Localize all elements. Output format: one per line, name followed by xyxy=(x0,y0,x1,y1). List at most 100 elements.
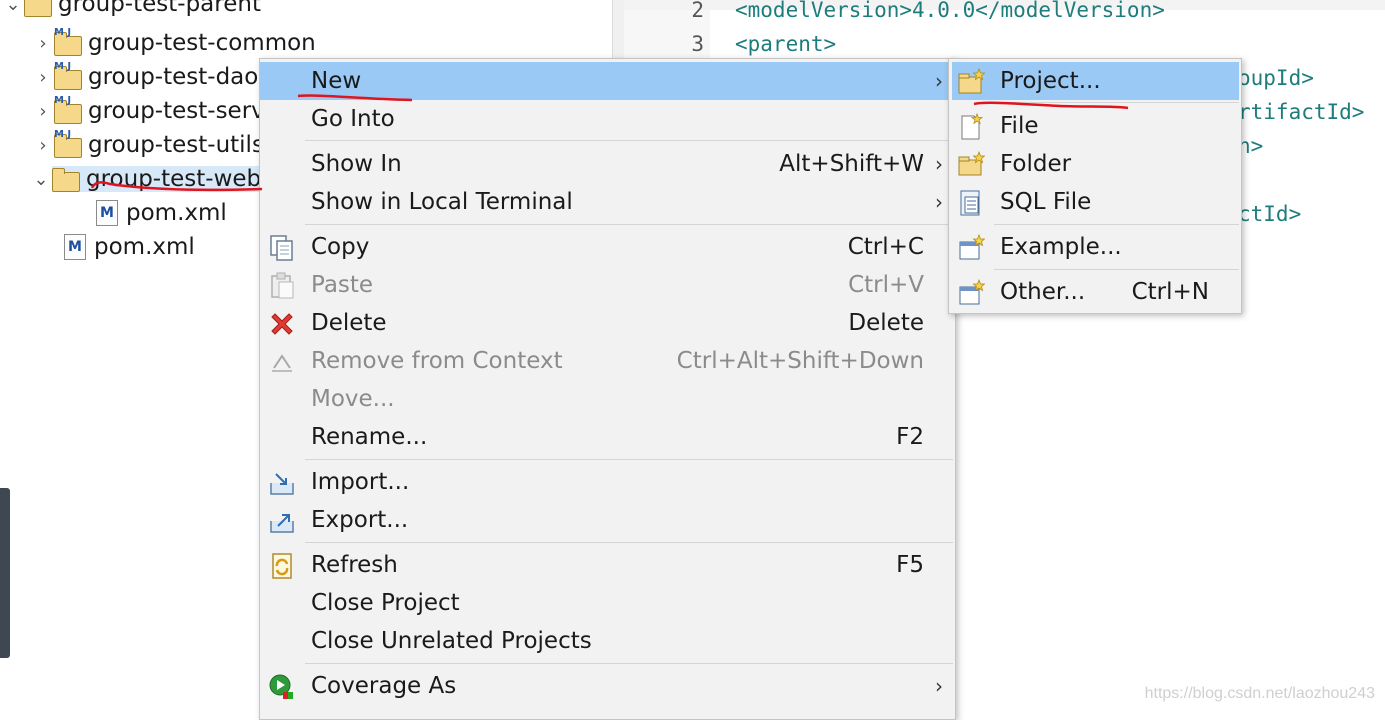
line-number: 3 xyxy=(691,32,704,56)
menu-separator xyxy=(994,269,1239,270)
tree-item-common[interactable]: › M J group-test-common xyxy=(32,27,316,59)
code-line: <modelVersion>4.0.0</modelVersion> xyxy=(735,0,1165,22)
menu-item-export[interactable]: Export... xyxy=(260,501,953,539)
menu-item-paste[interactable]: Paste Ctrl+V xyxy=(260,266,953,304)
refresh-icon xyxy=(268,552,296,580)
submenu-arrow-icon: › xyxy=(935,69,943,93)
chevron-right-icon[interactable]: › xyxy=(32,135,54,156)
maven-project-icon: M J xyxy=(54,95,82,124)
tree-item-web[interactable]: ⌄ group-test-web xyxy=(30,163,266,195)
new-folder-icon xyxy=(957,150,986,179)
menu-separator xyxy=(994,224,1239,225)
menu-item-label: New xyxy=(311,68,362,94)
menu-item-shortcut: F2 xyxy=(896,424,924,450)
tree-item-dao[interactable]: › M J group-test-dao xyxy=(32,61,258,93)
menu-item-label: Refresh xyxy=(311,552,398,578)
menu-item-shortcut: Alt+Shift+W xyxy=(779,151,924,177)
menu-item-label: Remove from Context xyxy=(311,348,563,374)
submenu-item-sql-file[interactable]: SQL File xyxy=(949,183,1239,221)
delete-x-icon xyxy=(268,310,296,338)
new-file-icon xyxy=(957,112,985,141)
chevron-right-icon[interactable]: › xyxy=(32,101,54,122)
tree-item-label: group-test-dao xyxy=(88,64,259,90)
menu-separator xyxy=(305,542,953,543)
menu-item-label: Example... xyxy=(1000,234,1122,260)
menu-item-label: Show in Local Terminal xyxy=(311,189,573,215)
menu-item-go-into[interactable]: Go Into xyxy=(260,100,953,138)
menu-item-label: Coverage As xyxy=(311,673,457,699)
menu-item-show-in-local-terminal[interactable]: Show in Local Terminal › xyxy=(260,183,953,221)
submenu-item-file[interactable]: File xyxy=(949,107,1239,145)
chevron-down-icon[interactable]: ⌄ xyxy=(30,169,52,190)
new-project-icon xyxy=(957,67,986,96)
menu-item-shortcut: Ctrl+V xyxy=(848,272,924,298)
tree-item-parent-pom[interactable]: M pom.xml xyxy=(64,231,195,263)
tree-item-selection: group-test-web xyxy=(52,166,266,192)
menu-item-label: Close Project xyxy=(311,590,460,616)
side-panel-tab[interactable] xyxy=(0,488,10,658)
menu-item-show-in[interactable]: Show In Alt+Shift+W › xyxy=(260,145,953,183)
project-folder-icon xyxy=(24,0,52,17)
menu-item-shortcut: Ctrl+N xyxy=(1131,279,1209,305)
submenu-item-folder[interactable]: Folder xyxy=(949,145,1239,183)
menu-item-close-project[interactable]: Close Project xyxy=(260,584,953,622)
code-line: oupId> xyxy=(1238,66,1314,90)
code-line: <parent> xyxy=(735,32,837,56)
tree-root[interactable]: ⌄ group-test-parent xyxy=(2,0,261,20)
menu-item-label: Delete xyxy=(311,310,387,336)
menu-item-label: Close Unrelated Projects xyxy=(311,628,592,654)
context-menu: New › Go Into Show In Alt+Shift+W › Show… xyxy=(259,58,956,720)
menu-item-label: Rename... xyxy=(311,424,428,450)
menu-item-shortcut: Ctrl+Alt+Shift+Down xyxy=(676,348,924,374)
tree-item-label: group-test-common xyxy=(88,30,316,56)
maven-project-icon: M J xyxy=(54,27,82,56)
menu-separator xyxy=(305,663,953,664)
tree-item-utils[interactable]: › M J group-test-utils xyxy=(32,129,264,161)
submenu-arrow-icon: › xyxy=(935,674,943,698)
maven-pom-icon: M xyxy=(96,200,118,226)
menu-item-label: Export... xyxy=(311,507,409,533)
new-submenu: Project... File Folder SQL File Example.… xyxy=(948,58,1242,314)
submenu-arrow-icon: › xyxy=(935,152,943,176)
submenu-item-other[interactable]: Other... Ctrl+N xyxy=(949,273,1239,311)
menu-item-rename[interactable]: Rename... F2 xyxy=(260,418,953,456)
line-number: 2 xyxy=(691,0,704,22)
menu-item-coverage-as[interactable]: Coverage As › xyxy=(260,667,953,705)
menu-separator xyxy=(994,102,1239,103)
tree-item-label: group-test-utils xyxy=(88,132,264,158)
maven-project-icon: M J xyxy=(54,61,82,90)
maven-project-icon: M J xyxy=(54,129,82,158)
project-folder-icon xyxy=(52,167,80,192)
menu-item-label: Move... xyxy=(311,386,395,412)
code-line: rtifactId> xyxy=(1238,100,1365,124)
menu-item-close-unrelated-projects[interactable]: Close Unrelated Projects xyxy=(260,622,953,660)
menu-item-shortcut: Delete xyxy=(848,310,924,336)
view-divider[interactable] xyxy=(612,0,624,60)
menu-item-copy[interactable]: Copy Ctrl+C xyxy=(260,228,953,266)
paste-icon xyxy=(268,272,296,300)
menu-item-label: Other... xyxy=(1000,279,1086,305)
menu-item-label: File xyxy=(1000,113,1039,139)
menu-item-label: Import... xyxy=(311,469,410,495)
menu-item-new[interactable]: New › xyxy=(260,62,953,100)
tree-item-web-pom[interactable]: M pom.xml xyxy=(96,197,227,229)
menu-item-label: Copy xyxy=(311,234,370,260)
chevron-down-icon[interactable]: ⌄ xyxy=(2,0,24,15)
code-line: ctId> xyxy=(1238,202,1302,226)
menu-item-remove-from-context[interactable]: Remove from Context Ctrl+Alt+Shift+Down xyxy=(260,342,953,380)
maven-pom-icon: M xyxy=(64,234,86,260)
remove-context-icon xyxy=(268,348,296,376)
submenu-item-project[interactable]: Project... xyxy=(952,62,1239,100)
submenu-item-example[interactable]: Example... xyxy=(949,228,1239,266)
menu-item-refresh[interactable]: Refresh F5 xyxy=(260,546,953,584)
new-wizard-icon xyxy=(957,278,986,307)
menu-separator xyxy=(305,140,953,141)
menu-item-move[interactable]: Move... xyxy=(260,380,953,418)
menu-item-shortcut: F5 xyxy=(896,552,924,578)
chevron-right-icon[interactable]: › xyxy=(32,67,54,88)
chevron-right-icon[interactable]: › xyxy=(32,33,54,54)
menu-item-import[interactable]: Import... xyxy=(260,463,953,501)
menu-item-delete[interactable]: Delete Delete xyxy=(260,304,953,342)
tree-root-label: group-test-parent xyxy=(58,0,261,17)
sql-file-icon xyxy=(957,189,985,217)
